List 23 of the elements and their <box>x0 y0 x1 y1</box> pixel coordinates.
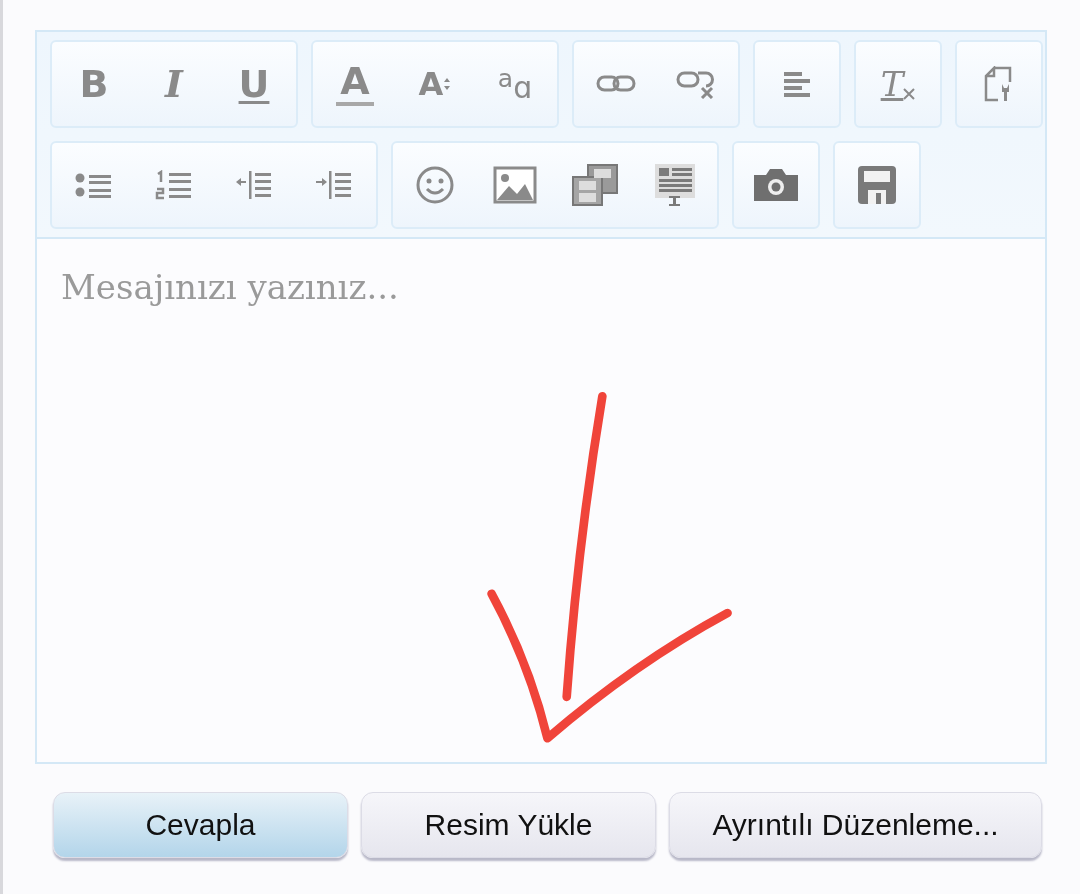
smiley-icon <box>415 165 455 205</box>
document-wrench-icon <box>984 66 1014 102</box>
numbered-list-icon <box>154 170 194 200</box>
text-case-button[interactable]: $^{a}$ɑ <box>475 42 555 126</box>
camera-icon <box>752 167 800 203</box>
indent-icon <box>314 169 354 201</box>
italic-button[interactable]: I <box>134 42 214 126</box>
text-document-icon <box>653 162 697 208</box>
bold-button[interactable]: B <box>54 42 134 126</box>
message-input-field[interactable]: Mesajınızı yazınız... <box>35 239 1047 764</box>
underline-button[interactable]: U <box>214 42 294 126</box>
clear-format-button[interactable]: T <box>858 42 938 126</box>
action-button[interactable]: Resim Yükle <box>361 792 656 858</box>
align-left-icon <box>782 70 812 98</box>
film-strip-icon <box>571 163 619 207</box>
unlink-icon <box>676 69 716 99</box>
font-size-button[interactable]: A <box>395 42 475 126</box>
text-color-button[interactable]: A <box>315 42 395 126</box>
outdent-icon <box>234 169 274 201</box>
action-button[interactable]: Cevapla <box>53 792 348 858</box>
up-down-arrows-icon <box>443 76 452 92</box>
action-button[interactable]: Ayrıntılı Düzenleme... <box>669 792 1042 858</box>
image-icon <box>493 166 537 204</box>
